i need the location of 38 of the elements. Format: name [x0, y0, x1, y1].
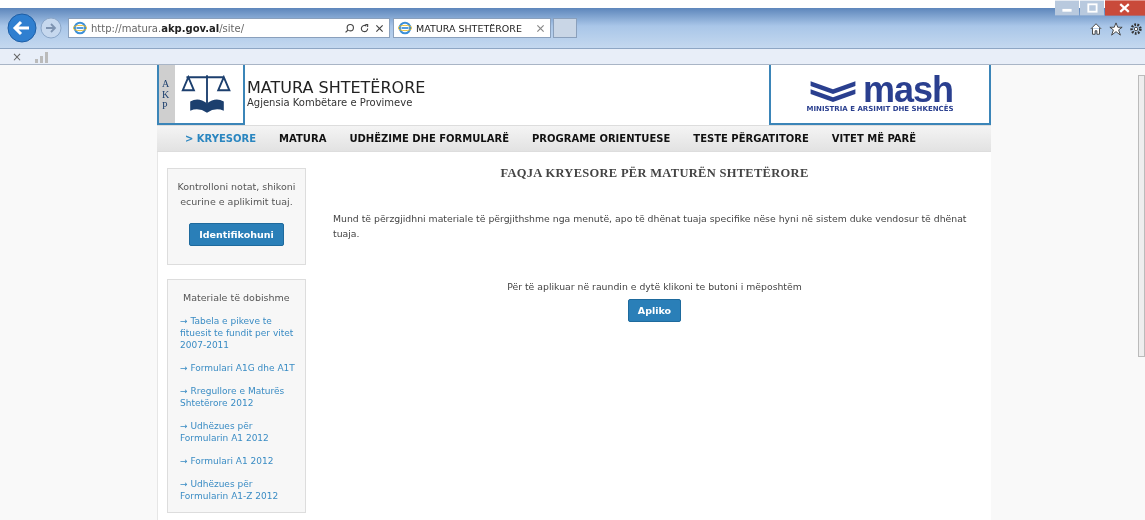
page-title: FAQJA KRYESORE PËR MATURËN SHTETËRORE: [500, 166, 809, 181]
panel-title: Materiale të dobishme: [182, 292, 291, 303]
globe-e-icon: [73, 21, 87, 35]
close-icon[interactable]: [535, 22, 546, 34]
star-icon[interactable]: [1109, 22, 1123, 36]
akp-logo: AKP: [157, 65, 245, 125]
material-link[interactable]: → Tabela e pikeve te fituesit te fundit per vitet 2007-2011: [180, 315, 301, 351]
close-command-bar[interactable]: ×: [12, 49, 23, 64]
refresh-icon[interactable]: [359, 22, 370, 34]
material-link[interactable]: → Udhëzues për Formularin A1-Z 2012: [180, 478, 301, 502]
nav-link[interactable]: PROGRAME ORIENTUESE: [531, 133, 671, 144]
apply-button[interactable]: Apliko: [627, 299, 682, 322]
nav-link[interactable]: VITET MË PARË: [831, 133, 917, 144]
address-bar[interactable]: http://matura.akp.gov.al/site/: [68, 18, 390, 38]
nav-link[interactable]: MATURA: [279, 133, 327, 144]
home-icon[interactable]: [1089, 22, 1103, 36]
stop-icon[interactable]: [374, 22, 385, 34]
browser-tab[interactable]: MATURA SHTETËRORE: [393, 18, 551, 38]
scrollbar[interactable]: [1138, 75, 1145, 357]
material-link[interactable]: → Udhëzues për Formularin A1 2012: [180, 420, 301, 444]
material-link[interactable]: → Formulari A1G dhe A1T: [180, 362, 301, 374]
login-button[interactable]: Identifikohuni: [189, 223, 284, 246]
signal-bars-icon: [34, 50, 51, 63]
settings-icon[interactable]: [1129, 22, 1143, 36]
globe-e-icon: [398, 21, 412, 35]
nav-link[interactable]: > KRYESORE: [185, 133, 257, 144]
site-subtitle: Agjensia Kombëtare e Provimeve: [247, 97, 413, 108]
login-text: Kontrolloni notat, shikoni ecurine e aplikimit tuaj.: [176, 180, 297, 209]
nav-link[interactable]: TESTE PËRGATITORE: [693, 133, 809, 144]
material-link[interactable]: → Formulari A1 2012: [180, 455, 301, 467]
close-icon[interactable]: [1105, 0, 1145, 16]
material-link[interactable]: → Rregullore e Maturës Shtetërore 2012: [180, 385, 301, 409]
apply-instruction: Për të aplikuar në raundin e dytë klikoni te butoni i mëposhtëm: [507, 281, 802, 292]
intro-text: Mund të përzgjidhni materiale të përgjithshme nga menutë, apo të dhënat tuaja specifike nëse hyni në sistem duke vendosur të dhënat tuaja.: [333, 212, 968, 241]
url-text: http://matura.akp.gov.al/site/: [91, 22, 246, 34]
search-icon[interactable]: [344, 22, 355, 34]
nav-link[interactable]: UDHËZIME DHE FORMULARË: [349, 133, 509, 144]
site-title: MATURA SHTETËRORE: [247, 79, 426, 97]
